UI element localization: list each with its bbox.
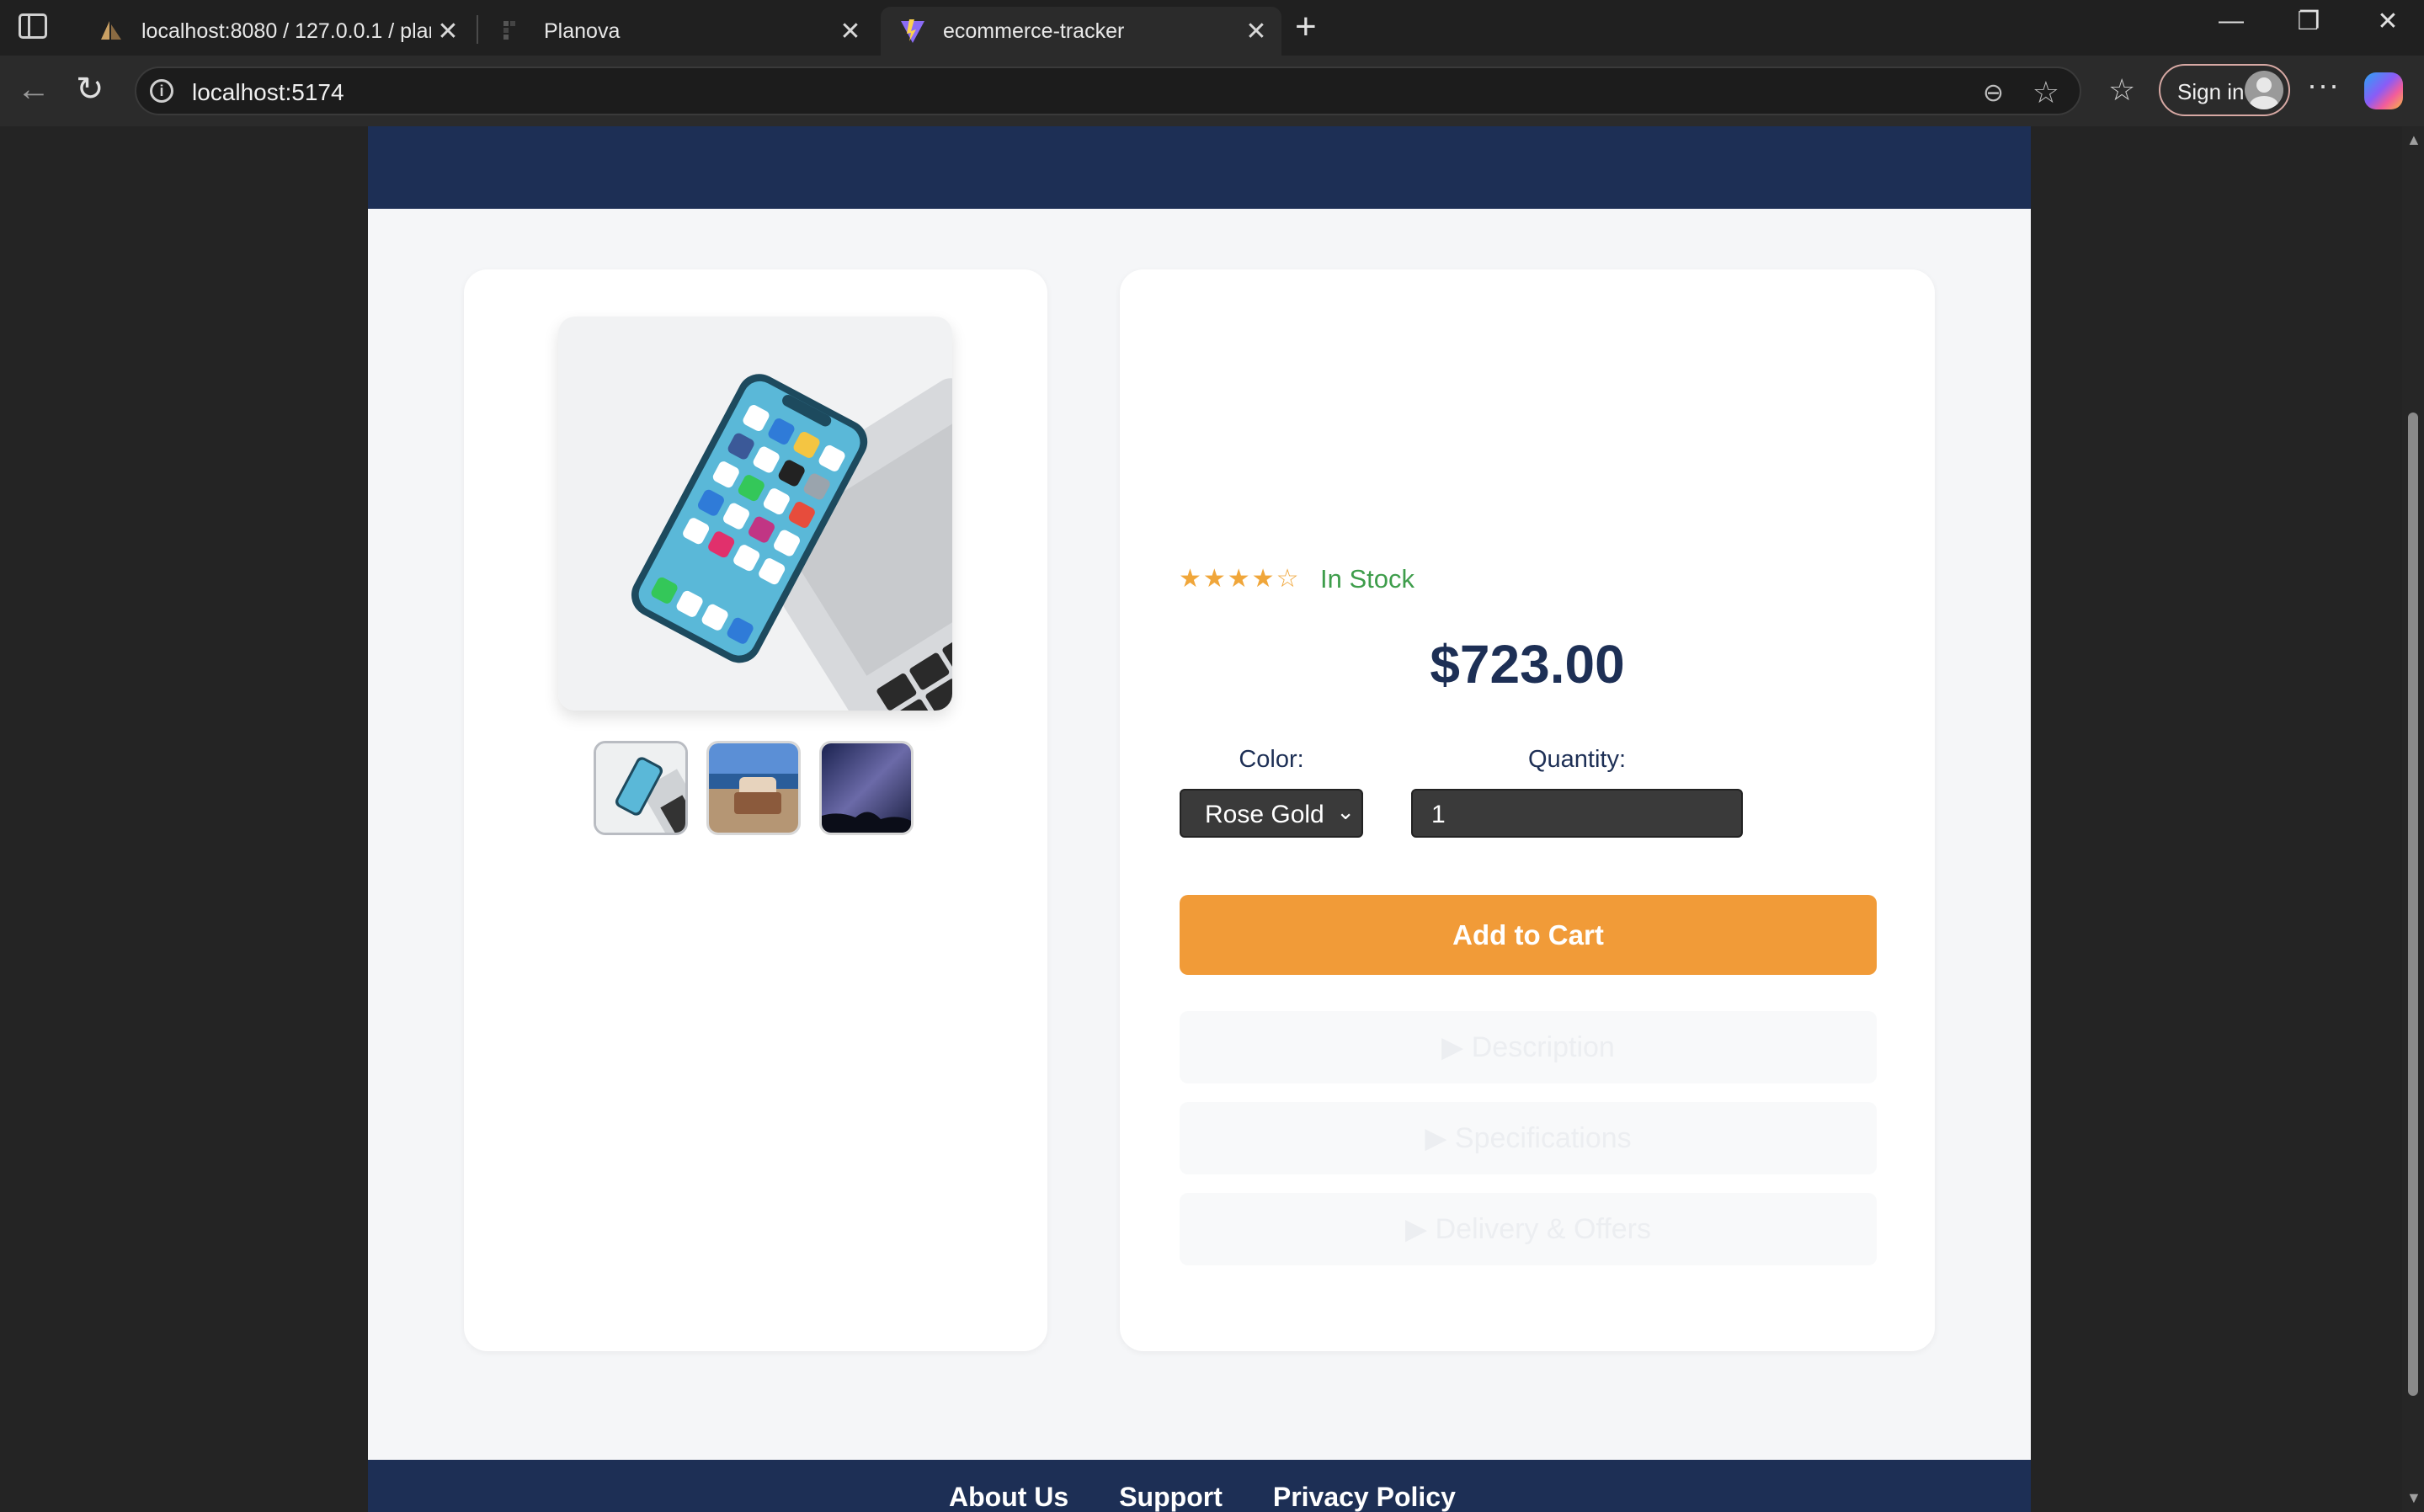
close-icon[interactable]: ✕ <box>834 17 867 46</box>
address-bar[interactable]: i localhost:5174 ⊖ ☆ <box>135 67 2081 115</box>
page-scrollbar[interactable]: ▲ ▼ <box>2402 126 2424 1512</box>
scrollbar-thumb[interactable] <box>2408 413 2418 1396</box>
main-product-image[interactable] <box>558 317 952 711</box>
product-gallery <box>464 269 1047 1351</box>
tab-separator <box>477 15 478 44</box>
chevron-down-icon: ⌄ <box>1336 799 1355 824</box>
product-info-card: ★★★★☆ In Stock $723.00 Color: Quantity: … <box>1120 269 1935 1351</box>
close-icon[interactable]: ✕ <box>1239 17 1273 46</box>
sign-in-label: Sign in <box>2177 79 2245 104</box>
minimize-icon[interactable]: — <box>2206 7 2256 35</box>
close-window-icon[interactable]: ✕ <box>2363 7 2413 36</box>
tab-title: Planova <box>544 19 621 43</box>
tab-phpmyadmin[interactable]: localhost:8080 / 127.0.0.1 / planova ✕ <box>79 7 473 56</box>
favorites-icon[interactable]: ☆ <box>2108 72 2135 108</box>
quantity-input[interactable]: 1 <box>1411 789 1743 838</box>
color-select[interactable]: Rose Gold ⌄ <box>1180 789 1363 838</box>
accordion-delivery-offers[interactable]: ▶ Delivery & Offers <box>1180 1193 1877 1265</box>
zoom-out-icon[interactable]: ⊖ <box>1983 78 2004 108</box>
close-icon[interactable]: ✕ <box>431 17 465 46</box>
copilot-icon[interactable] <box>2364 72 2403 109</box>
vite-icon <box>901 19 924 43</box>
sidebar-icon[interactable] <box>19 13 47 39</box>
browser-tab-bar: localhost:8080 / 127.0.0.1 / planova ✕ P… <box>0 0 2424 56</box>
restore-icon[interactable]: ❐ <box>2283 7 2334 36</box>
sign-in-button[interactable]: Sign in <box>2159 64 2290 116</box>
sailboat-icon <box>101 21 121 40</box>
product-page: ★★★★☆ In Stock $723.00 Color: Quantity: … <box>368 126 2031 1512</box>
product-price: $723.00 <box>1430 634 1625 695</box>
scroll-down-icon[interactable]: ▼ <box>2406 1489 2421 1507</box>
url-text[interactable]: localhost:5174 <box>192 79 344 106</box>
stock-status: In Stock <box>1320 564 1414 594</box>
site-header <box>368 126 2031 209</box>
add-to-cart-button[interactable]: Add to Cart <box>1180 895 1877 975</box>
accordion-specifications[interactable]: ▶ Specifications <box>1180 1102 1877 1174</box>
footer-link-about[interactable]: About Us <box>949 1482 1068 1512</box>
star-icon[interactable]: ☆ <box>2032 75 2059 110</box>
color-select-value: Rose Gold <box>1205 801 1324 828</box>
reload-icon[interactable]: ↻ <box>76 71 104 108</box>
accordion-description[interactable]: ▶ Description <box>1180 1011 1877 1083</box>
footer-link-support[interactable]: Support <box>1119 1482 1223 1512</box>
thumbnail-strip <box>594 741 914 835</box>
footer-links: About Us Support Privacy Policy <box>949 1482 1456 1512</box>
tab-ecommerce-tracker[interactable]: ecommerce-tracker ✕ <box>881 7 1281 56</box>
night-sky-thumbnail[interactable] <box>819 741 914 835</box>
browser-toolbar: ← ↻ i localhost:5174 ⊖ ☆ ☆ Sign in ··· <box>0 56 2424 126</box>
tab-title: localhost:8080 / 127.0.0.1 / planova <box>141 19 431 43</box>
star-rating: ★★★★☆ <box>1179 565 1301 593</box>
phone-thumbnail[interactable] <box>594 741 688 835</box>
more-icon[interactable]: ··· <box>2307 67 2340 103</box>
page-viewport: ★★★★☆ In Stock $723.00 Color: Quantity: … <box>0 126 2424 1512</box>
quantity-label: Quantity: <box>1527 746 1627 773</box>
back-icon[interactable]: ← <box>17 71 51 108</box>
planova-icon <box>503 21 515 40</box>
info-icon[interactable]: i <box>150 79 173 103</box>
site-footer: About Us Support Privacy Policy <box>368 1460 2031 1512</box>
tab-planova[interactable]: Planova ✕ <box>482 7 876 56</box>
scroll-up-icon[interactable]: ▲ <box>2406 131 2421 149</box>
footer-link-privacy[interactable]: Privacy Policy <box>1273 1482 1456 1512</box>
beach-chair-thumbnail[interactable] <box>706 741 801 835</box>
color-label: Color: <box>1239 746 1304 773</box>
avatar-icon <box>2245 71 2283 109</box>
tab-title: ecommerce-tracker <box>943 19 1125 43</box>
new-tab-icon[interactable]: + <box>1295 8 1317 45</box>
